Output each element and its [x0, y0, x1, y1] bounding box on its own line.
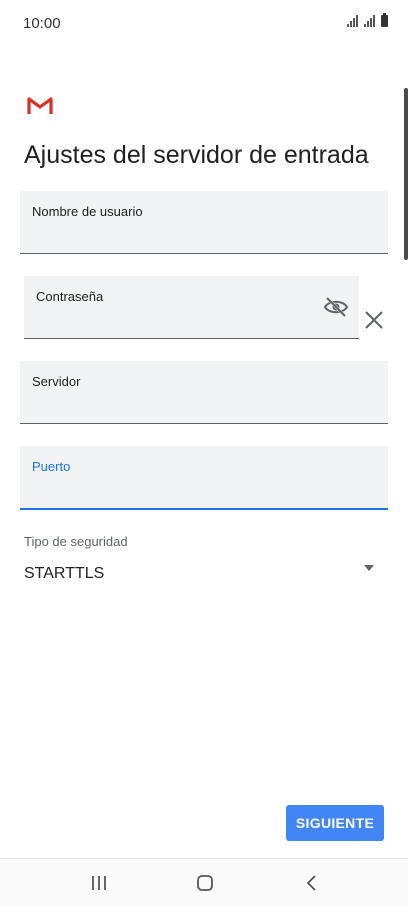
home-icon[interactable] [193, 873, 217, 893]
page-title: Ajustes del servidor de entrada [24, 141, 369, 169]
signal-icon [364, 15, 375, 27]
eye-off-icon[interactable] [323, 296, 349, 318]
recents-icon[interactable] [87, 873, 111, 893]
port-field[interactable]: Puerto [20, 446, 388, 510]
password-input[interactable] [36, 313, 275, 332]
battery-icon [381, 13, 388, 27]
scroll-indicator[interactable] [404, 88, 408, 260]
screen: 10:00 Ajustes del servidor de entrada No… [0, 0, 408, 906]
status-bar: 10:00 [0, 0, 408, 46]
status-time: 10:00 [23, 15, 61, 32]
navigation-bar [0, 858, 408, 906]
password-label: Contraseña [36, 289, 104, 304]
back-icon[interactable] [300, 873, 324, 893]
security-type-dropdown[interactable]: STARTTLS [24, 556, 380, 592]
caret-down-icon [364, 565, 374, 571]
server-label: Servidor [32, 374, 81, 389]
close-icon[interactable] [363, 309, 385, 331]
server-input[interactable] [32, 398, 331, 417]
security-type-value: STARTTLS [24, 565, 105, 582]
status-icons [347, 13, 388, 27]
username-field[interactable]: Nombre de usuario [20, 191, 388, 254]
port-label: Puerto [32, 459, 71, 474]
username-label: Nombre de usuario [32, 204, 143, 219]
gmail-logo [27, 97, 53, 114]
security-type-label: Tipo de seguridad [24, 534, 128, 549]
password-field[interactable]: Contraseña [24, 276, 359, 339]
port-input[interactable] [32, 483, 331, 502]
signal-icon [347, 15, 358, 27]
server-field[interactable]: Servidor [20, 361, 388, 424]
next-button[interactable]: SIGUIENTE [286, 805, 384, 841]
username-input[interactable] [32, 228, 331, 247]
